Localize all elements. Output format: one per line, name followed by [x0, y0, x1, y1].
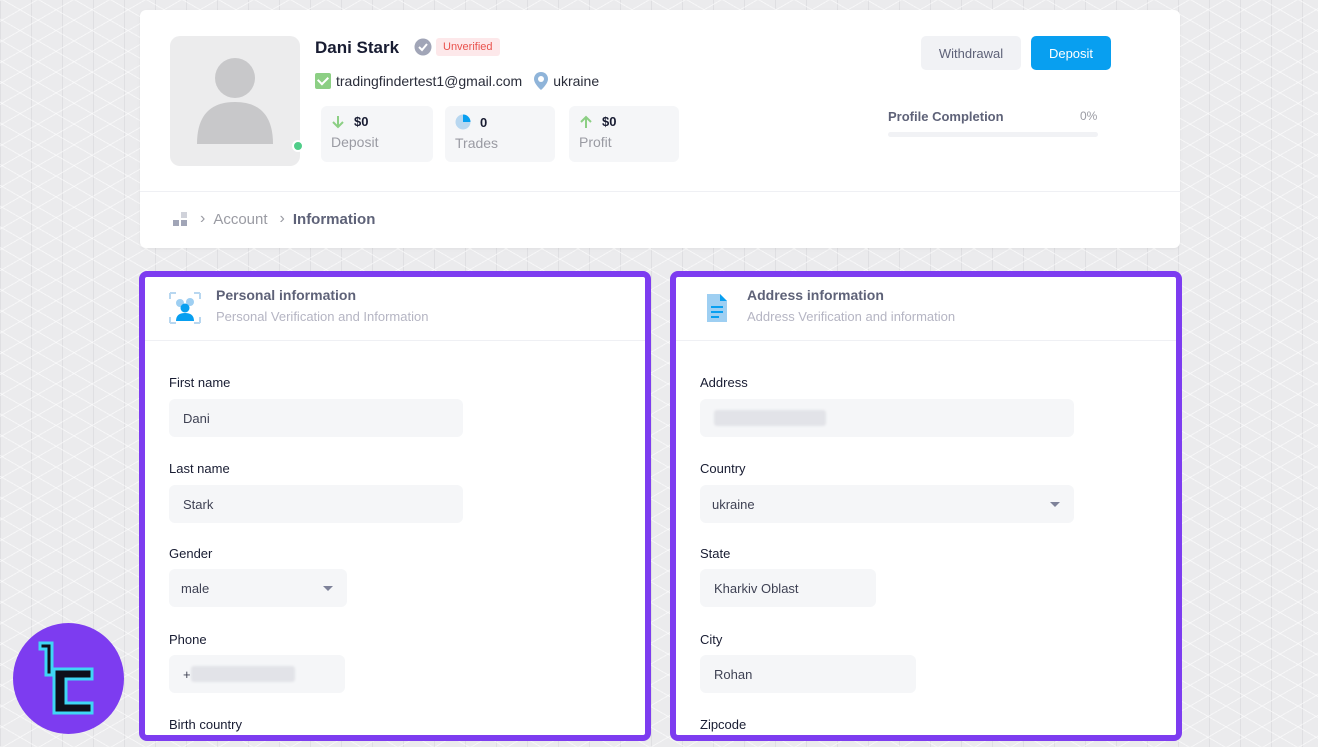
- stat-trades-label: Trades: [455, 135, 499, 151]
- profile-card: Dani Stark Unverified tradingfindertest1…: [140, 10, 1180, 248]
- stat-profit-label: Profit: [579, 134, 612, 150]
- city-input[interactable]: Rohan: [700, 655, 916, 693]
- stat-trades-value: 0: [480, 114, 488, 130]
- user-placeholder-icon: [197, 58, 273, 144]
- personal-information-panel: Personal information Personal Verificati…: [139, 271, 651, 741]
- chevron-right-icon: ›: [279, 210, 285, 227]
- panel-title: Address information: [747, 287, 884, 303]
- phone-prefix: +: [183, 666, 191, 682]
- stat-deposit-value: $0: [354, 114, 369, 129]
- stat-profit: $0 Profit: [569, 106, 679, 162]
- last-name-input[interactable]: Stark: [169, 485, 463, 523]
- document-icon: [707, 294, 727, 322]
- stat-trades: 0 Trades: [445, 106, 555, 162]
- gender-select[interactable]: male: [169, 569, 347, 607]
- gender-label: Gender: [169, 546, 213, 561]
- chevron-right-icon: ›: [200, 210, 206, 227]
- state-input[interactable]: Kharkiv Oblast: [700, 569, 876, 607]
- first-name-input[interactable]: Dani: [169, 399, 463, 437]
- status-badge: Unverified: [436, 38, 500, 56]
- verified-badge-icon: [414, 38, 432, 56]
- logo-mark-icon: [38, 641, 93, 714]
- location-pin-icon: [534, 72, 549, 90]
- panel-subtitle: Address Verification and information: [747, 309, 956, 324]
- phone-label: Phone: [169, 632, 207, 647]
- state-label: State: [700, 546, 731, 561]
- birth-country-label: Birth country: [169, 717, 242, 732]
- address-input[interactable]: [700, 399, 1074, 437]
- withdrawal-button[interactable]: Withdrawal: [921, 36, 1021, 70]
- panel-subtitle: Personal Verification and Information: [216, 309, 429, 324]
- profile-completion-label: Profile Completion: [888, 109, 1004, 124]
- stat-deposit-label: Deposit: [331, 134, 379, 150]
- online-status-dot: [292, 140, 304, 152]
- breadcrumb-item-information: Information: [292, 210, 376, 228]
- profile-name: Dani Stark: [315, 38, 400, 57]
- arrow-down-icon: [332, 115, 344, 128]
- email-text: tradingfindertest1@gmail.com: [336, 73, 523, 89]
- country-label: Country: [700, 461, 746, 476]
- breadcrumb-item-account[interactable]: Account: [213, 211, 267, 228]
- zipcode-label: Zipcode: [700, 717, 747, 732]
- home-grid-icon[interactable]: [172, 211, 188, 227]
- phone-input[interactable]: +: [169, 655, 345, 693]
- gender-select-value: male: [181, 580, 210, 596]
- panel-title: Personal information: [216, 287, 357, 303]
- last-name-label: Last name: [169, 461, 230, 476]
- stat-profit-value: $0: [602, 114, 617, 129]
- email-icon: [315, 73, 331, 89]
- caret-down-icon: [323, 586, 333, 591]
- country-select[interactable]: ukraine: [700, 485, 1074, 523]
- profile-completion-value: 0%: [1080, 109, 1098, 123]
- panel-header: Address information Address Verification…: [676, 277, 1176, 341]
- location-text: ukraine: [553, 73, 600, 89]
- pie-chart-icon: [455, 114, 471, 130]
- address-label: Address: [700, 375, 748, 390]
- deposit-button[interactable]: Deposit: [1031, 36, 1111, 70]
- first-name-label: First name: [169, 375, 231, 390]
- avatar[interactable]: [170, 36, 300, 166]
- address-information-panel: Address information Address Verification…: [670, 271, 1182, 741]
- redacted-value: [190, 666, 295, 682]
- panel-header: Personal information Personal Verificati…: [145, 277, 645, 341]
- divider: [140, 191, 1180, 192]
- city-label: City: [700, 632, 723, 647]
- arrow-up-icon: [580, 115, 592, 128]
- users-icon: [169, 292, 201, 324]
- country-select-value: ukraine: [712, 496, 755, 512]
- tradingfinder-logo: [13, 623, 124, 734]
- caret-down-icon: [1050, 502, 1060, 507]
- breadcrumb: › Account › Information: [172, 210, 375, 228]
- profile-completion-bar: [888, 132, 1098, 137]
- redacted-value: [714, 410, 826, 426]
- contact-row: tradingfindertest1@gmail.com ukraine: [315, 72, 599, 90]
- stat-deposit: $0 Deposit: [321, 106, 433, 162]
